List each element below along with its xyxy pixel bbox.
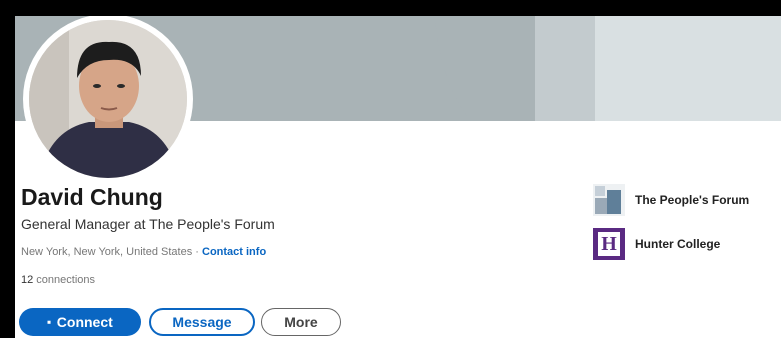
profile-location-row: New York, New York, United States · Cont… <box>21 246 266 258</box>
connections-number: 12 <box>21 274 34 286</box>
org-peoples-forum-name: The People's Forum <box>635 193 750 207</box>
profile-name: David Chung <box>21 184 163 210</box>
profile-card: David Chung General Manager at The Peopl… <box>15 16 781 338</box>
profile-headline: General Manager at The People's Forum <box>21 216 275 232</box>
more-button[interactable]: More <box>261 308 341 336</box>
more-button-label: More <box>284 314 318 330</box>
org-peoples-forum[interactable]: The People's Forum <box>593 184 749 216</box>
contact-info-link[interactable]: Contact info <box>202 246 266 258</box>
org-hunter-college[interactable]: H Hunter College <box>593 228 720 260</box>
location-separator: · <box>192 246 202 258</box>
add-person-icon: ⬝︎ <box>47 314 51 329</box>
hunter-college-logo-icon: H <box>593 228 625 260</box>
peoples-forum-logo-icon <box>593 184 625 216</box>
connect-button[interactable]: ⬝︎ Connect <box>19 308 141 336</box>
connections-count[interactable]: 12 connections <box>21 274 95 286</box>
org-hunter-college-name: Hunter College <box>635 237 721 251</box>
profile-avatar[interactable] <box>23 16 193 184</box>
connect-button-label: Connect <box>56 314 113 330</box>
connections-label: connections <box>33 274 96 286</box>
profile-location: New York, New York, United States <box>21 246 193 258</box>
message-button[interactable]: Message <box>149 308 255 336</box>
message-button-label: Message <box>172 314 232 330</box>
